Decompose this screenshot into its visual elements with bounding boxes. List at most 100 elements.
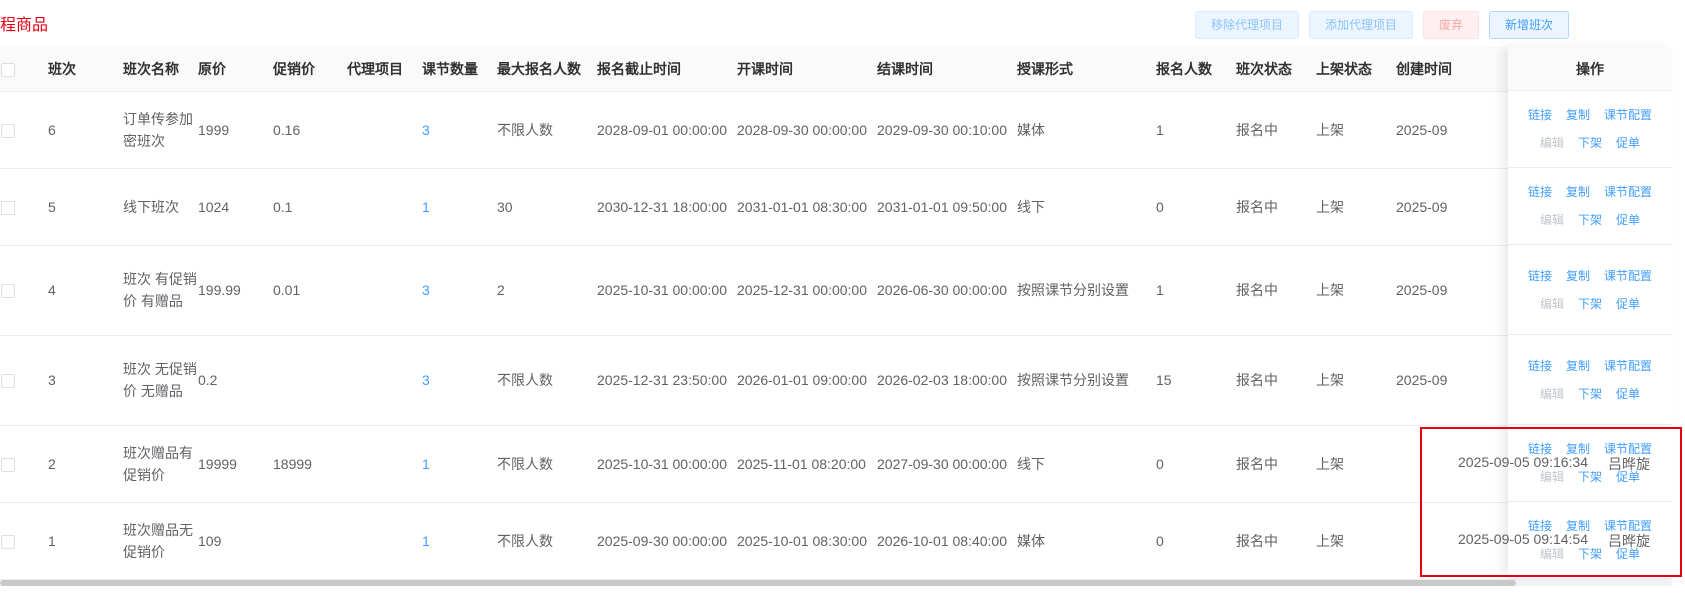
- copy-button[interactable]: 复制: [1566, 185, 1590, 199]
- cell-price: 0.2: [198, 335, 273, 426]
- cell-proxy: [347, 168, 422, 246]
- cell-mode: 按照课节分别设置: [1017, 335, 1156, 426]
- horizontal-scrollbar[interactable]: [0, 580, 1672, 586]
- cell-mode: 媒体: [1017, 91, 1156, 169]
- cell-end: 2026-10-01 08:40:00: [877, 502, 1017, 580]
- cell-deadline: 2030-12-31 18:00:00: [597, 168, 737, 246]
- header-name: 班次名称: [123, 47, 198, 92]
- remove-proxy-button[interactable]: 移除代理项目: [1194, 11, 1299, 39]
- promote-button[interactable]: 促单: [1616, 213, 1640, 227]
- unshelve-button[interactable]: 下架: [1578, 136, 1602, 150]
- highlight-box: [1420, 427, 1682, 577]
- header-proxy: 代理项目: [347, 47, 422, 92]
- unshelve-button[interactable]: 下架: [1578, 213, 1602, 227]
- add-class-button[interactable]: 新增班次: [1488, 11, 1569, 39]
- cell-mode: 线下: [1017, 425, 1156, 503]
- copy-button[interactable]: 复制: [1566, 108, 1590, 122]
- header-mode: 授课形式: [1017, 47, 1156, 92]
- link-button[interactable]: 链接: [1528, 108, 1552, 122]
- table-row: 5 线下班次 1024 0.1 1 30 2030-12-31 18:00:00…: [0, 168, 1672, 246]
- cell-deadline: 2028-09-01 00:00:00: [597, 91, 737, 169]
- lesson-config-button[interactable]: 课节配置: [1604, 269, 1652, 283]
- lesson-config-button[interactable]: 课节配置: [1604, 359, 1652, 373]
- promote-button[interactable]: 促单: [1616, 136, 1640, 150]
- cell-start: 2025-12-31 00:00:00: [737, 245, 877, 336]
- table-row: 3 班次 无促销价 无赠品 0.2 3 不限人数 2025-12-31 23:5…: [0, 335, 1672, 426]
- lesson-count-link[interactable]: 3: [422, 282, 430, 298]
- ops-cell: 链接 复制 课节配置 编辑 下架 促单: [1508, 91, 1672, 168]
- header-status: 班次状态: [1236, 47, 1316, 92]
- cell-enrolled: 0: [1156, 502, 1236, 580]
- header-lessons: 课节数量: [422, 47, 497, 92]
- row-checkbox[interactable]: [1, 534, 15, 549]
- cell-end: 2029-09-30 00:10:00: [877, 91, 1017, 169]
- link-button[interactable]: 链接: [1528, 185, 1552, 199]
- lesson-config-button[interactable]: 课节配置: [1604, 108, 1652, 122]
- cell-price: 199.99: [198, 245, 273, 336]
- cell-status: 报名中: [1236, 502, 1316, 580]
- page-title: 程商品: [0, 17, 49, 34]
- select-all-checkbox[interactable]: [1, 62, 15, 77]
- lesson-count-link[interactable]: 3: [422, 122, 430, 138]
- promote-button[interactable]: 促单: [1616, 387, 1640, 401]
- scrollbar-thumb[interactable]: [0, 580, 1516, 586]
- copy-button[interactable]: 复制: [1566, 269, 1590, 283]
- unshelve-button[interactable]: 下架: [1578, 387, 1602, 401]
- row-checkbox[interactable]: [1, 457, 15, 472]
- cell-deadline: 2025-10-31 00:00:00: [597, 425, 737, 503]
- unshelve-button[interactable]: 下架: [1578, 297, 1602, 311]
- cell-deadline: 2025-09-30 00:00:00: [597, 502, 737, 580]
- promote-button[interactable]: 促单: [1616, 297, 1640, 311]
- row-checkbox[interactable]: [1, 200, 15, 215]
- edit-button[interactable]: 编辑: [1540, 387, 1564, 401]
- toolbar: 移除代理项目 添加代理项目 废弃 新增班次: [1185, 11, 1569, 39]
- cell-deadline: 2025-12-31 23:50:00: [597, 335, 737, 426]
- add-proxy-button[interactable]: 添加代理项目: [1308, 11, 1413, 39]
- cell-proxy: [347, 245, 422, 336]
- cell-status: 报名中: [1236, 425, 1316, 503]
- cell-shelf: 上架: [1316, 168, 1396, 246]
- lesson-count-link[interactable]: 1: [422, 456, 430, 472]
- cell-enrolled: 1: [1156, 245, 1236, 336]
- cell-mode: 线下: [1017, 168, 1156, 246]
- table-row: 4 班次 有促销价 有赠品 199.99 0.01 3 2 2025-10-31…: [0, 245, 1672, 336]
- cell-status: 报名中: [1236, 245, 1316, 336]
- cell-shelf: 上架: [1316, 245, 1396, 336]
- lesson-count-link[interactable]: 1: [422, 199, 430, 215]
- edit-button[interactable]: 编辑: [1540, 213, 1564, 227]
- lesson-count-link[interactable]: 1: [422, 533, 430, 549]
- header-start: 开课时间: [737, 47, 877, 92]
- cell-promo: 0.16: [273, 91, 347, 169]
- cell-status: 报名中: [1236, 168, 1316, 246]
- cell-name: 班次赠品有促销价: [123, 425, 198, 503]
- cell-promo: 0.01: [273, 245, 347, 336]
- cell-proxy: [347, 502, 422, 580]
- discard-button[interactable]: 废弃: [1422, 11, 1479, 39]
- cell-shelf: 上架: [1316, 91, 1396, 169]
- select-all-header[interactable]: [0, 47, 48, 92]
- lesson-count-link[interactable]: 3: [422, 372, 430, 388]
- link-button[interactable]: 链接: [1528, 269, 1552, 283]
- cell-end: 2027-09-30 00:00:00: [877, 425, 1017, 503]
- header-enrolled: 报名人数: [1156, 47, 1236, 92]
- row-checkbox[interactable]: [1, 284, 15, 299]
- cell-enrolled: 1: [1156, 91, 1236, 169]
- cell-promo: [273, 335, 347, 426]
- row-checkbox[interactable]: [1, 123, 15, 138]
- cell-max: 不限人数: [497, 425, 597, 503]
- cell-start: 2028-09-30 00:00:00: [737, 91, 877, 169]
- cell-start: 2031-01-01 08:30:00: [737, 168, 877, 246]
- edit-button[interactable]: 编辑: [1540, 136, 1564, 150]
- link-button[interactable]: 链接: [1528, 359, 1552, 373]
- row-checkbox[interactable]: [1, 374, 15, 389]
- cell-id: 1: [48, 502, 123, 580]
- cell-start: 2025-11-01 08:20:00: [737, 425, 877, 503]
- cell-end: 2026-06-30 00:00:00: [877, 245, 1017, 336]
- lesson-config-button[interactable]: 课节配置: [1604, 185, 1652, 199]
- header-max: 最大报名人数: [497, 47, 597, 92]
- cell-promo: 0.1: [273, 168, 347, 246]
- cell-name: 班次 有促销价 有赠品: [123, 245, 198, 336]
- edit-button[interactable]: 编辑: [1540, 297, 1564, 311]
- copy-button[interactable]: 复制: [1566, 359, 1590, 373]
- cell-mode: 按照课节分别设置: [1017, 245, 1156, 336]
